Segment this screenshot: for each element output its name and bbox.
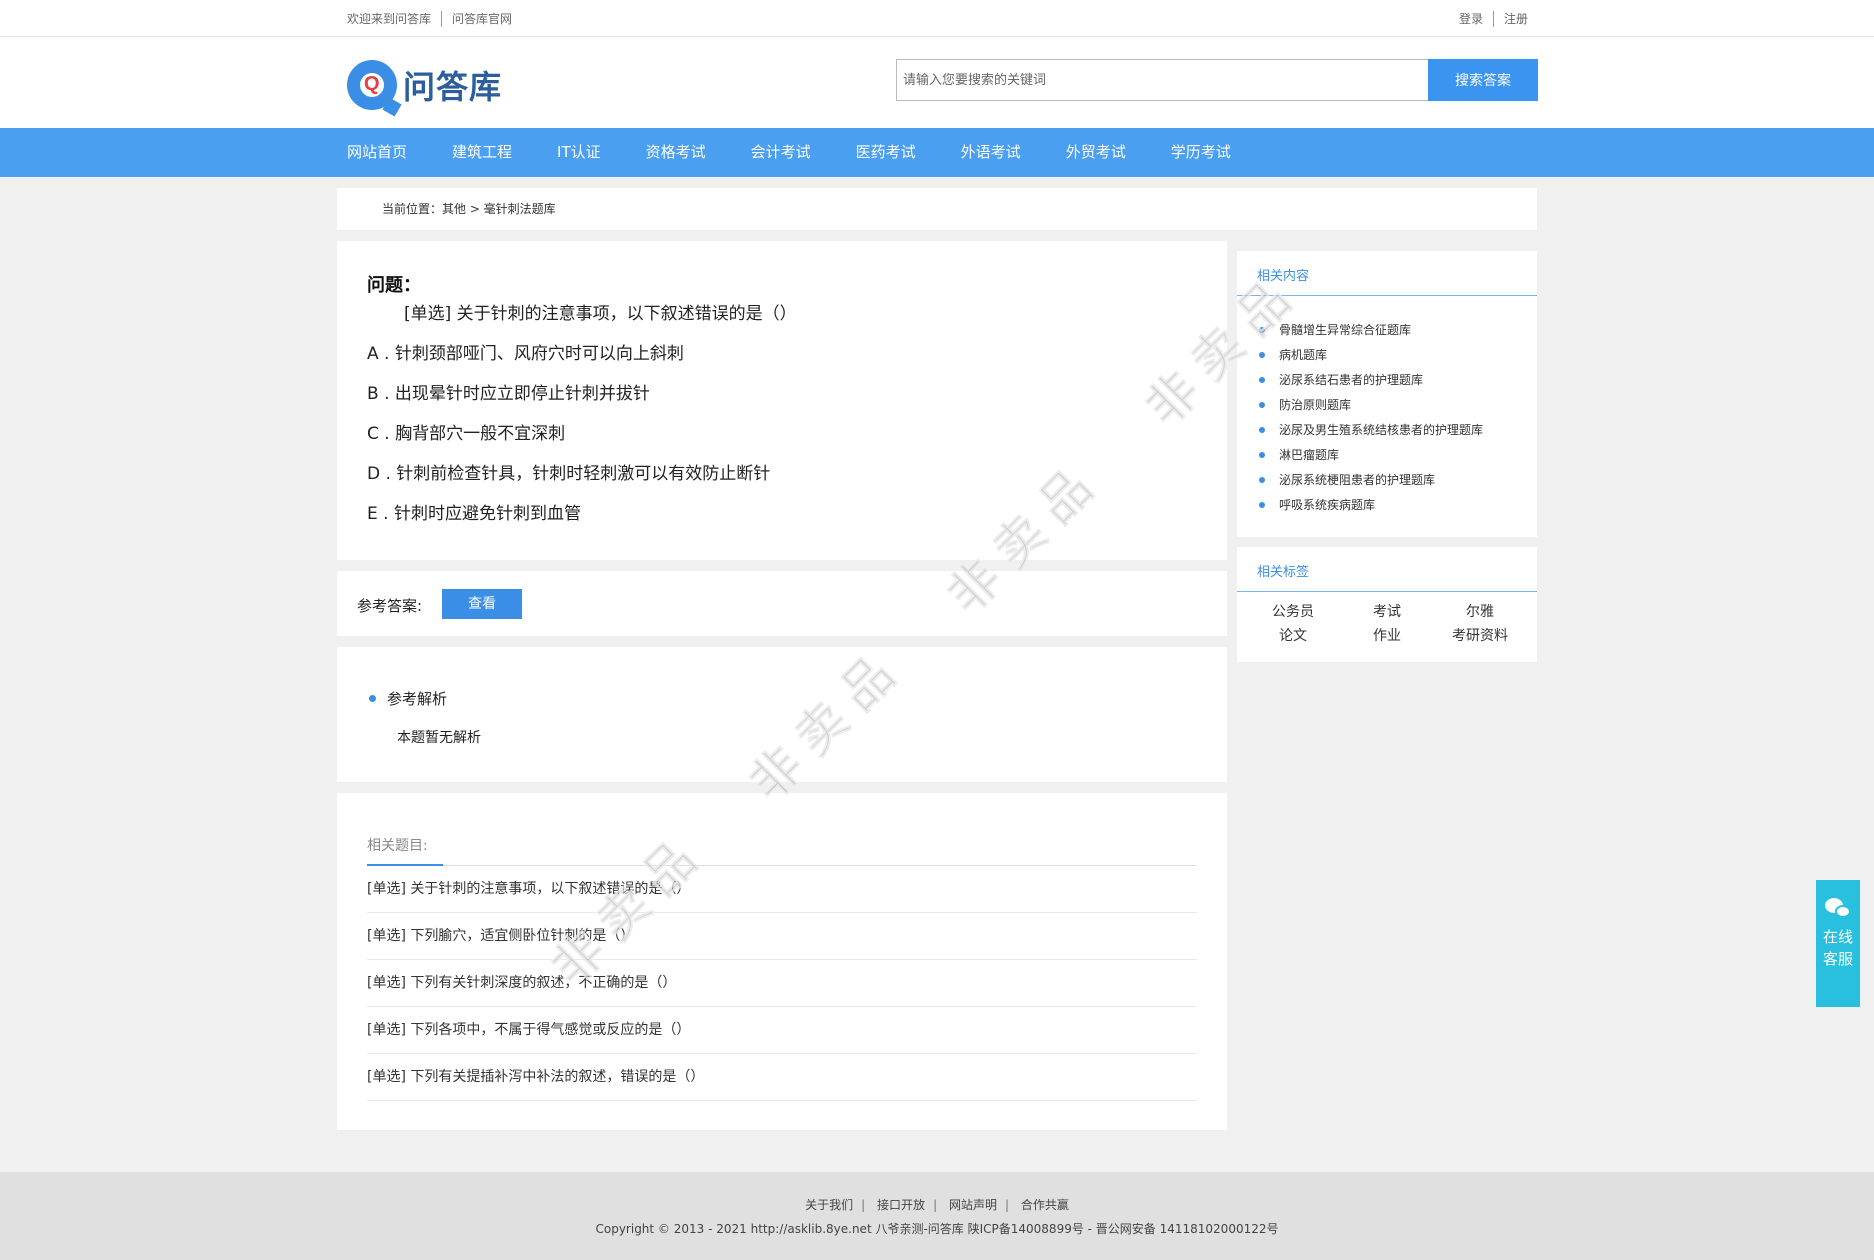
search-button[interactable]: 搜索答案 [1428, 59, 1538, 101]
bullet-icon [1259, 351, 1265, 358]
question-title: 问题： [367, 275, 421, 296]
option-a: A . 针刺颈部哑门、风府穴时可以向上斜刺 [367, 344, 684, 364]
footer-link-api[interactable]: 接口开放 [877, 1198, 925, 1212]
bullet-icon [1259, 451, 1265, 458]
related-question-item[interactable]: [单选] 下列有关针刺深度的叙述，不正确的是（） [367, 960, 1197, 1007]
related-content-item[interactable]: 骨髓增生异常综合征题库 [1259, 321, 1411, 338]
footer-links: 关于我们 | 接口开放 | 网站声明 | 合作共赢 [805, 1198, 1069, 1212]
tag-link[interactable]: 考研资料 [1440, 625, 1520, 645]
header: Q 问答库 搜索答案 [0, 37, 1874, 128]
site-logo[interactable]: Q 问答库 [347, 60, 503, 117]
explanation-body: 本题暂无解析 [397, 730, 481, 746]
divider [441, 10, 443, 27]
top-bar-left: 欢迎来到问答库 问答库官网 [347, 10, 512, 27]
related-content-item[interactable]: 病机题库 [1259, 346, 1327, 363]
logo-text: 问答库 [403, 68, 503, 106]
related-content-item[interactable]: 淋巴瘤题库 [1259, 446, 1339, 463]
tag-link[interactable]: 尔雅 [1440, 601, 1520, 621]
bullet-icon [1259, 376, 1265, 383]
service-label-line1: 在线 [1822, 928, 1853, 946]
login-link[interactable]: 登录 [1459, 10, 1483, 27]
official-site-link[interactable]: 问答库官网 [452, 10, 512, 27]
top-bar-right: 登录 注册 [1459, 10, 1528, 27]
bullet-icon [369, 695, 376, 702]
nav-item-accounting[interactable]: 会计考试 [751, 128, 811, 177]
question-stem: [单选] 关于针刺的注意事项，以下叙述错误的是（） [404, 304, 797, 324]
main-nav: 网站首页 建筑工程 IT认证 资格考试 会计考试 医药考试 外语考试 外贸考试 … [0, 128, 1874, 177]
related-question-item[interactable]: [单选] 关于针刺的注意事项，以下叙述错误的是（） [367, 866, 1197, 913]
related-tags-panel: 相关标签 公务员 考试 尔雅 论文 作业 考研资料 [1237, 547, 1537, 662]
option-c: C . 胸背部穴一般不宜深刺 [367, 424, 566, 444]
bullet-icon [1259, 476, 1265, 483]
bullet-icon [1259, 501, 1265, 508]
view-answer-button[interactable]: 查看 [442, 589, 522, 619]
nav-item-qualification[interactable]: 资格考试 [646, 128, 706, 177]
tag-link[interactable]: 作业 [1347, 625, 1427, 645]
related-content-item[interactable]: 泌尿系结石患者的护理题库 [1259, 371, 1423, 388]
nav-item-it[interactable]: IT认证 [557, 128, 601, 177]
divider [1237, 591, 1537, 592]
nav-item-construction[interactable]: 建筑工程 [452, 128, 512, 177]
tag-link[interactable]: 公务员 [1253, 601, 1333, 621]
related-questions-panel: 相关题目: [单选] 关于针刺的注意事项，以下叙述错误的是（） [单选] 下列腧… [337, 793, 1227, 1130]
tag-link[interactable]: 论文 [1253, 625, 1333, 645]
nav-item-medical[interactable]: 医药考试 [856, 128, 916, 177]
related-question-item[interactable]: [单选] 下列各项中，不属于得气感觉或反应的是（） [367, 1007, 1197, 1054]
footer-link-cooperate[interactable]: 合作共赢 [1021, 1198, 1069, 1212]
copyright-text: Copyright © 2013 - 2021 http://asklib.8y… [595, 1222, 1279, 1236]
wechat-icon [1825, 898, 1851, 920]
option-b: B . 出现晕针时应立即停止针刺并拔针 [367, 384, 650, 404]
online-service-button[interactable]: 在线 客服 [1816, 880, 1860, 1007]
nav-item-trade[interactable]: 外贸考试 [1066, 128, 1126, 177]
bullet-icon [1259, 401, 1265, 408]
top-bar: 欢迎来到问答库 问答库官网 登录 注册 [0, 0, 1874, 37]
related-content-heading: 相关内容 [1257, 269, 1310, 284]
question-panel: 问题： [单选] 关于针刺的注意事项，以下叙述错误的是（） A . 针刺颈部哑门… [337, 241, 1227, 560]
footer-link-statement[interactable]: 网站声明 [949, 1198, 997, 1212]
related-content-item[interactable]: 呼吸系统疾病题库 [1259, 496, 1375, 513]
nav-item-home[interactable]: 网站首页 [347, 128, 407, 177]
related-content-item[interactable]: 防治原则题库 [1259, 396, 1351, 413]
footer: 关于我们 | 接口开放 | 网站声明 | 合作共赢 Copyright © 2013 … [0, 1172, 1874, 1260]
related-question-item[interactable]: [单选] 下列腧穴，适宜侧卧位针刺的是（） [367, 913, 1197, 960]
welcome-link[interactable]: 欢迎来到问答库 [347, 10, 431, 27]
option-d: D . 针刺前检查针具，针刺时轻刺激可以有效防止断针 [367, 464, 771, 484]
explanation-panel: 参考解析 本题暂无解析 [337, 647, 1227, 782]
service-label-line2: 客服 [1822, 950, 1853, 968]
bullet-icon [1259, 426, 1265, 433]
footer-link-about[interactable]: 关于我们 [805, 1198, 853, 1212]
nav-item-education[interactable]: 学历考试 [1171, 128, 1231, 177]
answer-label: 参考答案: [357, 597, 423, 615]
option-e: E . 针刺时应避免针刺到血管 [367, 504, 581, 524]
divider [1237, 295, 1537, 296]
register-link[interactable]: 注册 [1504, 10, 1528, 27]
search-bar: 搜索答案 [896, 59, 1538, 101]
related-questions-heading: 相关题目: [367, 838, 428, 854]
related-content-panel: 相关内容 骨髓增生异常综合征题库 病机题库 泌尿系结石患者的护理题库 防治原则题… [1237, 251, 1537, 537]
breadcrumb: 当前位置：其他 > 毫针刺法题库 [337, 188, 1537, 230]
tag-link[interactable]: 考试 [1347, 601, 1427, 621]
bullet-icon [1259, 326, 1265, 333]
explanation-title: 参考解析 [387, 690, 448, 708]
logo-q-icon: Q [347, 60, 402, 117]
search-input[interactable] [896, 59, 1428, 101]
answer-panel: 参考答案: 查看 [337, 571, 1227, 636]
related-content-item[interactable]: 泌尿及男生殖系统结核患者的护理题库 [1259, 421, 1483, 438]
related-tags-heading: 相关标签 [1257, 565, 1310, 580]
divider [1492, 10, 1494, 27]
nav-item-language[interactable]: 外语考试 [961, 128, 1021, 177]
related-question-item[interactable]: [单选] 下列有关提插补泻中补法的叙述，错误的是（） [367, 1054, 1197, 1101]
related-content-item[interactable]: 泌尿系统梗阻患者的护理题库 [1259, 471, 1435, 488]
